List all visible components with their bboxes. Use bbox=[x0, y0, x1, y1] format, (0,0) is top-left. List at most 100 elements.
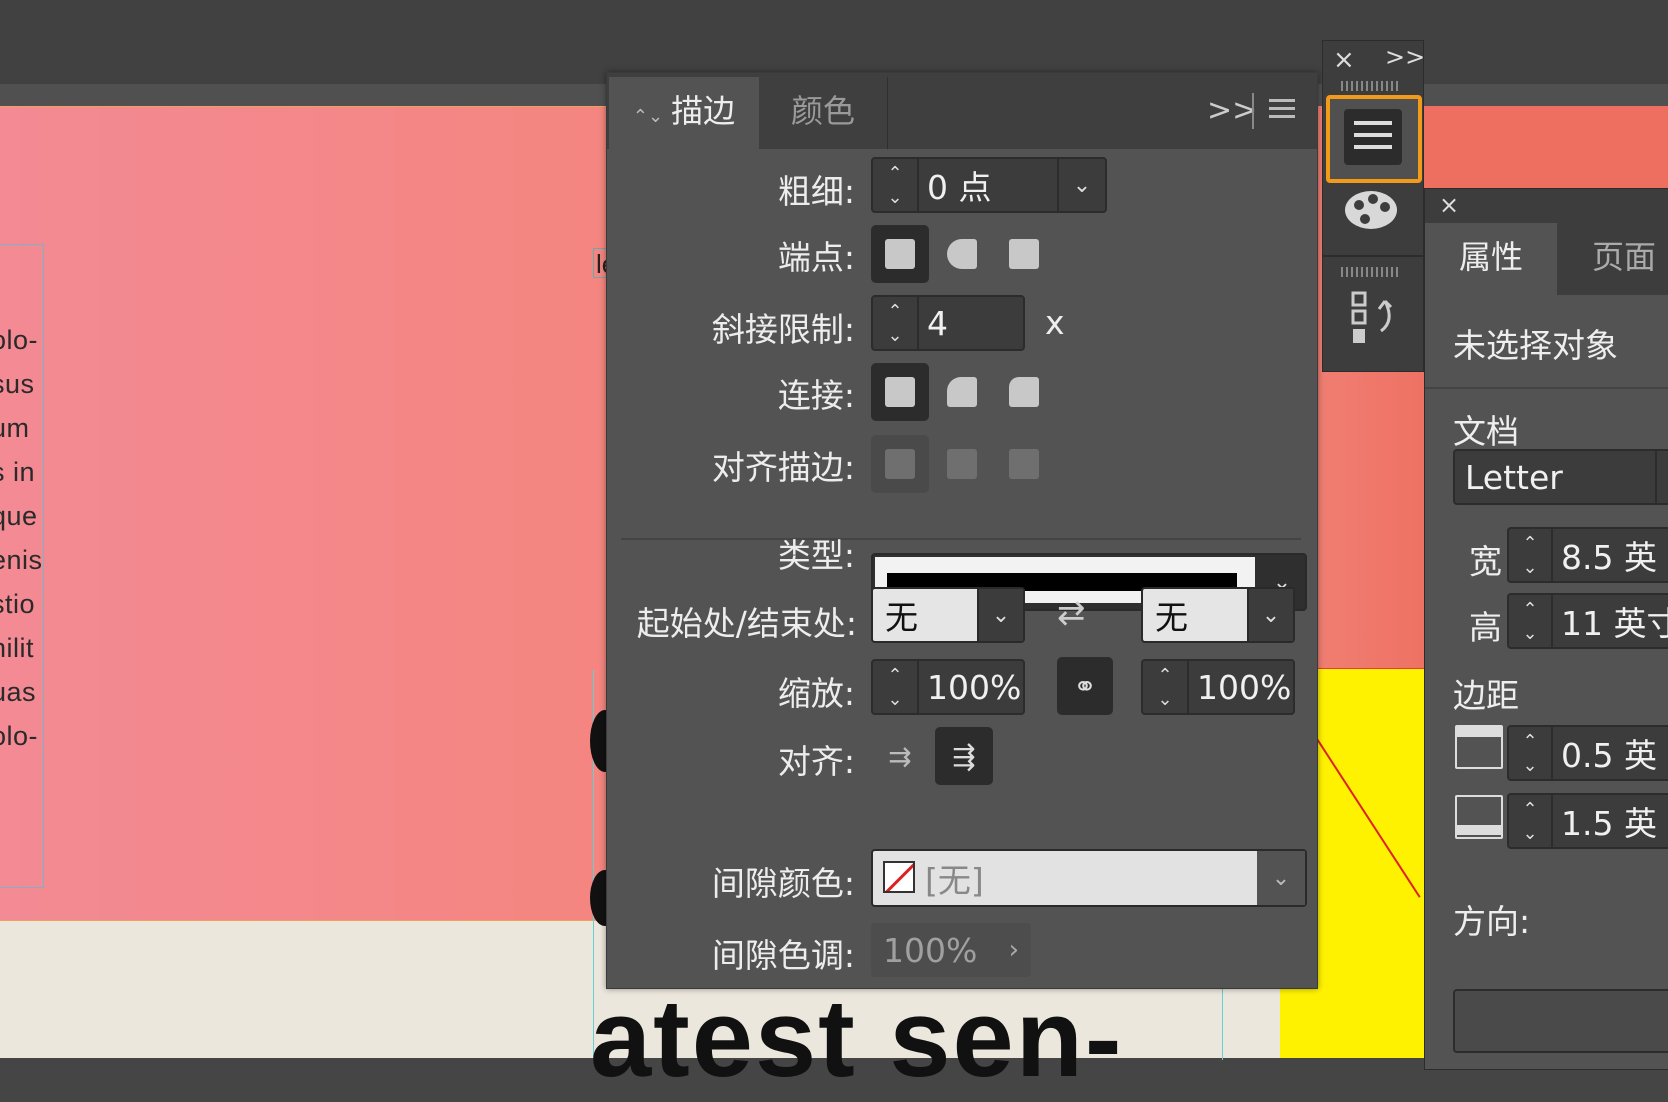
align-stroke-label: 对齐描边: bbox=[711, 448, 855, 487]
end-scale-value[interactable]: 100% bbox=[1197, 661, 1291, 713]
collapse-panel-icon[interactable]: >> bbox=[1207, 93, 1257, 128]
start-scale-field[interactable]: ⌃ ⌄ 100% bbox=[871, 659, 1025, 715]
miter-limit-suffix: x bbox=[1045, 303, 1065, 342]
properties-panel: × 属性 页面 未选择对象 文档 Letter 宽 ⌃ ⌄ 8.5 英 高 ⌃ ⌄ … bbox=[1424, 188, 1668, 1070]
round-join-icon bbox=[947, 377, 977, 407]
miter-join-button[interactable] bbox=[871, 363, 929, 421]
tab-stroke-label: 描边 bbox=[671, 92, 736, 130]
panel-menu-icon[interactable] bbox=[1269, 99, 1295, 123]
miter-limit-field[interactable]: ⌃ ⌄ 4 bbox=[871, 295, 1025, 351]
body-text-line: sus bbox=[0, 369, 35, 399]
margin-bottom-icon bbox=[1455, 795, 1503, 839]
orientation-control[interactable] bbox=[1453, 989, 1668, 1053]
round-cap-icon bbox=[947, 239, 977, 269]
chevron-right-icon[interactable]: › bbox=[1009, 923, 1019, 977]
align-label: 对齐: bbox=[777, 742, 855, 781]
margin-bottom-value[interactable]: 1.5 英 bbox=[1561, 795, 1657, 847]
align-outside-icon bbox=[1009, 449, 1039, 479]
butt-cap-button[interactable] bbox=[871, 225, 929, 283]
chevron-down-icon[interactable]: ⌄ bbox=[977, 589, 1023, 641]
link-icon[interactable]: ⚭ bbox=[1057, 657, 1113, 715]
join-label: 连接: bbox=[777, 376, 855, 415]
stroke-panel: ⌃⌄ 描边 颜色 >> 粗细: ⌃ ⌄ 0 点 ⌄ 端点: 斜接限制: ⌃ ⌄ 4 x… bbox=[606, 72, 1318, 989]
miter-limit-value[interactable]: 4 bbox=[927, 297, 948, 349]
gap-color-value: [无] bbox=[925, 861, 984, 900]
body-text-line: olo- bbox=[0, 325, 39, 355]
margin-bottom-field[interactable]: ⌃ ⌄ 1.5 英 bbox=[1507, 793, 1668, 849]
history-icon[interactable] bbox=[1351, 291, 1401, 347]
body-text-line: olo- bbox=[0, 721, 39, 751]
height-value[interactable]: 11 英寸 bbox=[1561, 595, 1668, 647]
margin-top-field[interactable]: ⌃ ⌄ 0.5 英 bbox=[1507, 725, 1668, 781]
dock-separator bbox=[1323, 255, 1423, 257]
align-center-icon bbox=[885, 449, 915, 479]
tab-properties[interactable]: 属性 bbox=[1425, 223, 1557, 295]
close-icon[interactable]: × bbox=[1333, 45, 1355, 75]
height-label: 高 bbox=[1469, 608, 1502, 647]
document-heading: 文档 bbox=[1453, 412, 1519, 451]
document-preset-value: Letter bbox=[1465, 457, 1563, 497]
tab-bar-separator bbox=[1252, 93, 1254, 129]
round-cap-button[interactable] bbox=[933, 225, 991, 283]
height-stepper[interactable]: ⌃ ⌄ bbox=[1509, 595, 1553, 647]
swap-arrows-icon[interactable]: ⇄ bbox=[1057, 593, 1086, 633]
grip-icon[interactable] bbox=[1341, 267, 1401, 277]
margin-bottom-stepper[interactable]: ⌃ ⌄ bbox=[1509, 795, 1553, 847]
no-selection-text: 未选择对象 bbox=[1453, 326, 1618, 365]
start-scale-value[interactable]: 100% bbox=[927, 661, 1021, 713]
stroke-panel-dock-button[interactable] bbox=[1326, 95, 1422, 183]
margin-top-value[interactable]: 0.5 英 bbox=[1561, 727, 1657, 779]
bevel-join-button[interactable] bbox=[995, 363, 1053, 421]
width-label: 宽 bbox=[1469, 542, 1502, 581]
gap-color-dropdown[interactable]: [无] ⌄ bbox=[871, 849, 1307, 907]
margin-top-stepper[interactable]: ⌃ ⌄ bbox=[1509, 727, 1553, 779]
start-dropdown[interactable]: 无 ⌄ bbox=[871, 587, 1025, 643]
document-preset-dropdown[interactable]: Letter bbox=[1453, 449, 1668, 505]
expand-panels-icon[interactable]: >> bbox=[1385, 43, 1425, 71]
tab-color[interactable]: 颜色 bbox=[759, 77, 888, 149]
align-stroke-inside-button[interactable] bbox=[933, 435, 991, 493]
updown-icon: ⌃⌄ bbox=[632, 106, 664, 127]
grip-icon[interactable] bbox=[1341, 81, 1401, 91]
projecting-cap-button[interactable] bbox=[995, 225, 1053, 283]
round-join-button[interactable] bbox=[933, 363, 991, 421]
extend-arrow-tip-icon[interactable]: ⇉ bbox=[871, 727, 929, 785]
end-scale-stepper[interactable]: ⌃ ⌄ bbox=[1143, 661, 1189, 713]
width-value[interactable]: 8.5 英 bbox=[1561, 529, 1657, 581]
width-stepper[interactable]: ⌃ ⌄ bbox=[1509, 529, 1553, 581]
margins-heading: 边距 bbox=[1453, 676, 1519, 715]
miter-limit-stepper[interactable]: ⌃ ⌄ bbox=[873, 297, 919, 349]
height-field[interactable]: ⌃ ⌄ 11 英寸 bbox=[1507, 593, 1668, 649]
section-divider bbox=[1425, 387, 1668, 389]
palette-icon[interactable] bbox=[1343, 187, 1399, 233]
gap-color-label: 间隙颜色: bbox=[711, 864, 855, 903]
end-dropdown[interactable]: 无 ⌄ bbox=[1141, 587, 1295, 643]
weight-stepper[interactable]: ⌃ ⌄ bbox=[873, 159, 919, 211]
weight-value[interactable]: 0 点 bbox=[927, 159, 992, 211]
width-field[interactable]: ⌃ ⌄ 8.5 英 bbox=[1507, 527, 1668, 583]
gap-tint-value: 100% bbox=[883, 930, 978, 970]
tab-stroke[interactable]: ⌃⌄ 描边 bbox=[609, 77, 759, 149]
miter-limit-label: 斜接限制: bbox=[711, 310, 855, 349]
chevron-down-icon[interactable]: ⌄ bbox=[1057, 159, 1105, 211]
tab-pages[interactable]: 页面 bbox=[1559, 223, 1668, 295]
align-stroke-outside-button[interactable] bbox=[995, 435, 1053, 493]
gap-tint-field[interactable]: 100% › bbox=[871, 923, 1031, 977]
chevron-down-icon[interactable]: ⌄ bbox=[1257, 851, 1305, 905]
margin-top-icon bbox=[1455, 725, 1503, 769]
start-scale-stepper[interactable]: ⌃ ⌄ bbox=[873, 661, 919, 713]
end-scale-field[interactable]: ⌃ ⌄ 100% bbox=[1141, 659, 1295, 715]
tab-color-label: 颜色 bbox=[790, 92, 855, 130]
projecting-cap-icon bbox=[1009, 239, 1039, 269]
canvas-pink-background bbox=[0, 106, 620, 921]
gap-tint-label: 间隙色调: bbox=[711, 936, 855, 975]
canvas-orange-background bbox=[1420, 106, 1668, 194]
chevron-down-icon[interactable]: ⌄ bbox=[1247, 589, 1293, 641]
close-icon[interactable]: × bbox=[1439, 191, 1459, 219]
body-text-frame[interactable]: olo- sus um s in que enis stio nilit uas… bbox=[0, 244, 44, 888]
type-label: 类型: bbox=[777, 536, 855, 575]
align-inside-icon bbox=[947, 449, 977, 479]
weight-field[interactable]: ⌃ ⌄ 0 点 ⌄ bbox=[871, 157, 1107, 213]
place-arrow-tip-icon[interactable]: ⇶ bbox=[935, 727, 993, 785]
align-stroke-center-button[interactable] bbox=[871, 435, 929, 493]
